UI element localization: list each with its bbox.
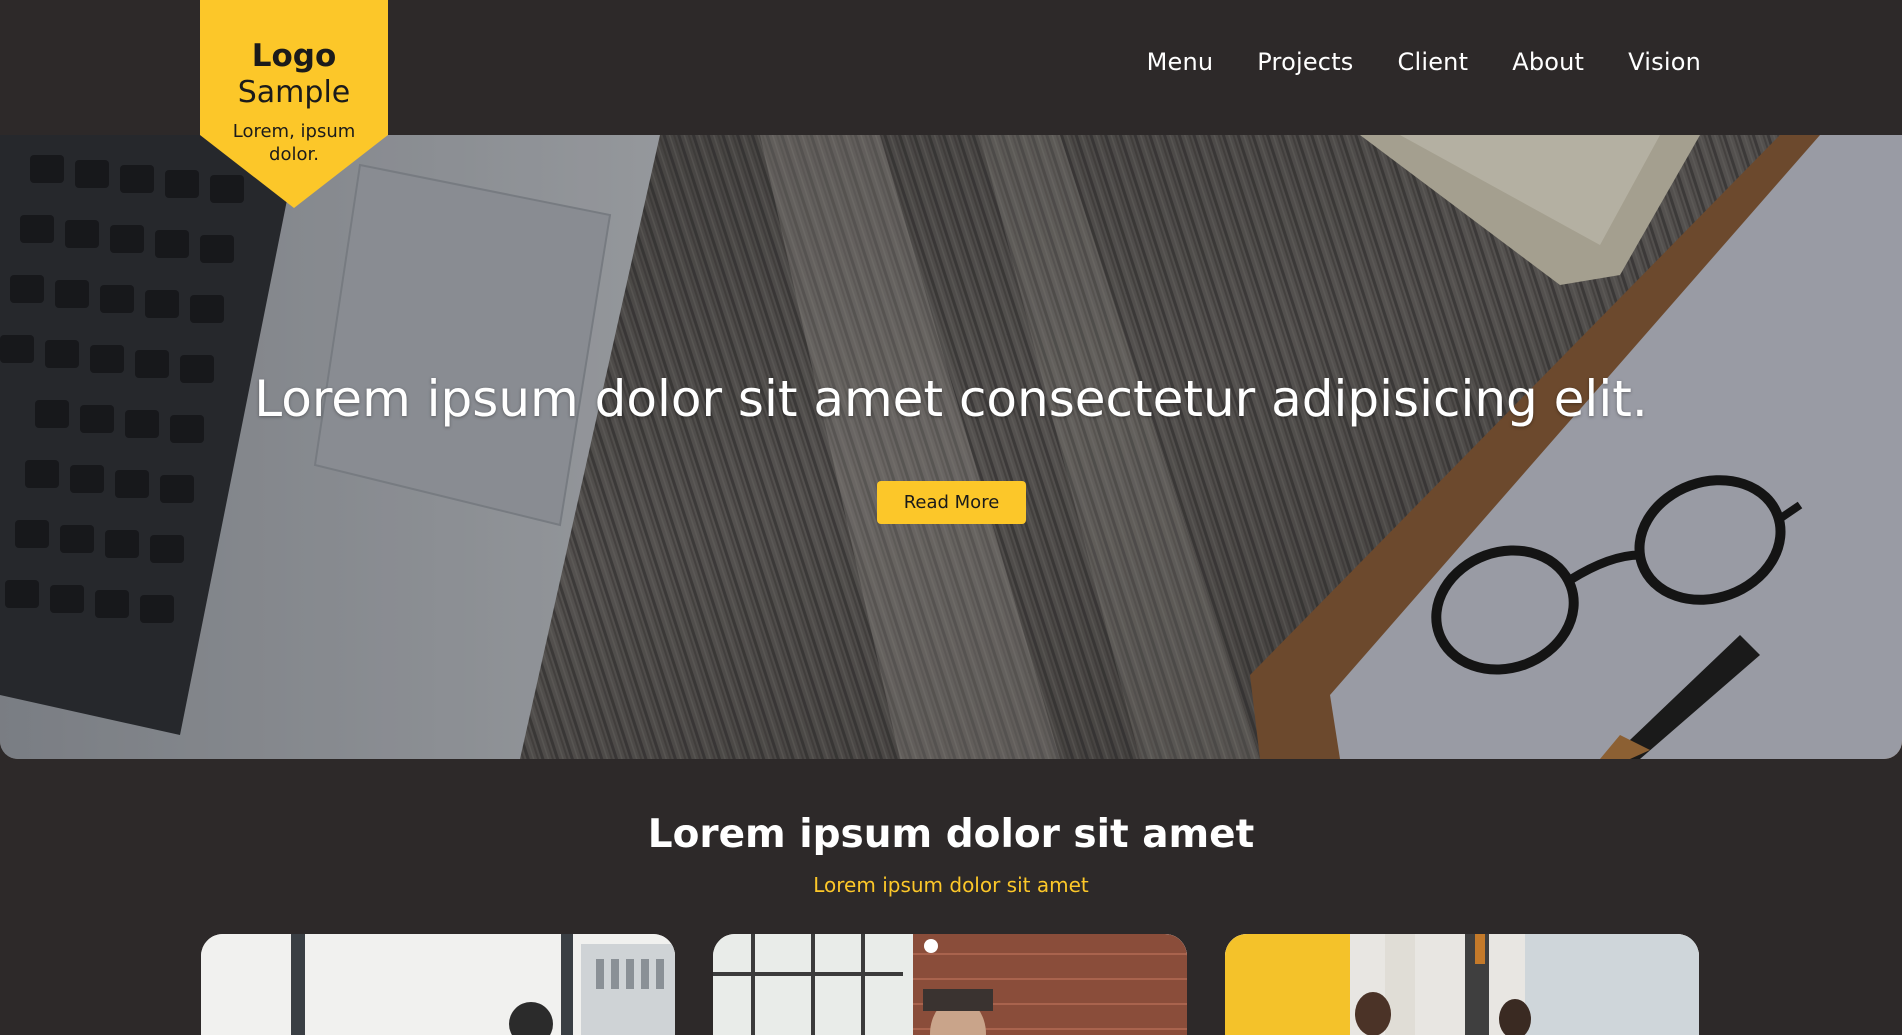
hero-title: Lorem ipsum dolor sit amet consectetur a…	[254, 370, 1648, 428]
office-photo-2	[713, 934, 1187, 1035]
read-more-button[interactable]: Read More	[877, 481, 1026, 524]
office-photo-1	[201, 934, 675, 1035]
logo-subtitle: Sample	[237, 75, 351, 110]
logo-tagline: Lorem, ipsum dolor.	[232, 121, 356, 165]
section-title: Lorem ipsum dolor sit amet	[647, 812, 1255, 857]
logo-title: Logo	[251, 38, 337, 74]
card-list	[201, 934, 1701, 1035]
nav-item-menu[interactable]: Menu	[1147, 48, 1214, 76]
nav-item-about[interactable]: About	[1512, 48, 1584, 76]
main-nav: Menu Projects Client About Vision	[1147, 44, 1701, 80]
card-image-1[interactable]	[201, 934, 675, 1035]
logo-badge[interactable]: Logo Sample Lorem, ipsum dolor.	[200, 0, 388, 210]
nav-item-projects[interactable]: Projects	[1257, 48, 1353, 76]
office-photo-3	[1225, 934, 1699, 1035]
nav-item-client[interactable]: Client	[1398, 48, 1469, 76]
nav-item-vision[interactable]: Vision	[1628, 48, 1701, 76]
card-image-3[interactable]	[1225, 934, 1699, 1035]
section-subtitle: Lorem ipsum dolor sit amet	[813, 873, 1089, 897]
card-image-2[interactable]	[713, 934, 1187, 1035]
hero-banner: Lorem ipsum dolor sit amet consectetur a…	[0, 135, 1902, 759]
